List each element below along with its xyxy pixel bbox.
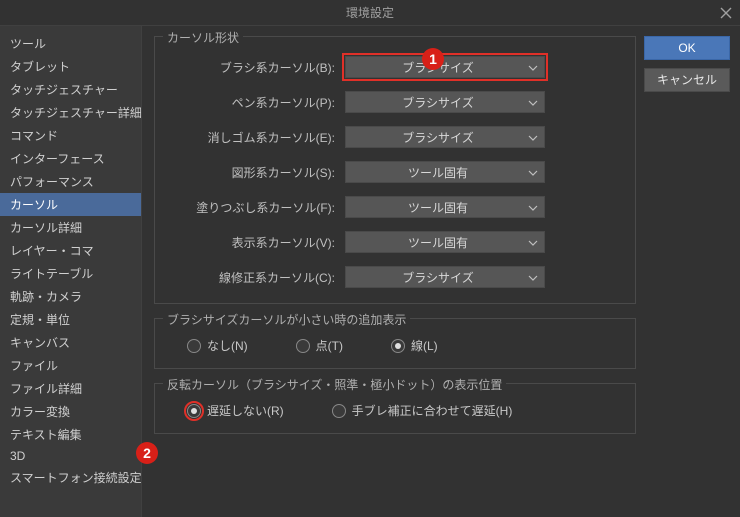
group-cursor-shape: カーソル形状 ブラシ系カーソル(B):ブラシサイズペン系カーソル(P):ブラシサ…: [154, 36, 636, 304]
radio-option[interactable]: 点(T): [296, 337, 343, 354]
radio-label: 手ブレ補正に合わせて遅延(H): [352, 402, 513, 419]
select-value: ブラシサイズ: [402, 94, 473, 111]
radio-option[interactable]: 線(L): [391, 337, 438, 354]
radio-indicator: [391, 339, 405, 353]
select-value: ツール固有: [408, 199, 468, 216]
sidebar-item[interactable]: ファイル: [0, 354, 141, 377]
row-label: 図形系カーソル(S):: [169, 164, 345, 181]
select-value: ツール固有: [408, 164, 468, 181]
row-label: ブラシ系カーソル(B):: [169, 59, 345, 76]
annotation-badge-2: 2: [136, 442, 158, 464]
sidebar-item[interactable]: カーソル詳細: [0, 216, 141, 239]
sidebar-item[interactable]: カーソル: [0, 193, 141, 216]
cursor-select[interactable]: ブラシサイズ: [345, 266, 545, 288]
cursor-select[interactable]: ツール固有: [345, 196, 545, 218]
radio-indicator: [187, 339, 201, 353]
cursor-row: ブラシ系カーソル(B):ブラシサイズ: [169, 55, 621, 79]
main-panel: 1 2 カーソル形状 ブラシ系カーソル(B):ブラシサイズペン系カーソル(P):…: [142, 26, 644, 517]
group-label: 反転カーソル（ブラシサイズ・照準・極小ドット）の表示位置: [163, 376, 506, 393]
cursor-row: 線修正系カーソル(C): ブラシサイズ: [169, 265, 621, 289]
cursor-select[interactable]: ブラシサイズ: [345, 56, 545, 78]
sidebar-item[interactable]: テキスト編集: [0, 423, 141, 446]
select-value: ブラシサイズ: [402, 129, 473, 146]
close-icon[interactable]: [712, 0, 740, 26]
radio-indicator: [332, 404, 346, 418]
row-label: 消しゴム系カーソル(E):: [169, 129, 345, 146]
cursor-select[interactable]: ツール固有: [345, 231, 545, 253]
radio-label: なし(N): [207, 337, 248, 354]
sidebar-item[interactable]: コマンド: [0, 124, 141, 147]
chevron-down-icon: [528, 95, 538, 109]
cursor-select[interactable]: ブラシサイズ: [345, 91, 545, 113]
titlebar: 環境設定: [0, 0, 740, 26]
sidebar-item[interactable]: タブレット: [0, 55, 141, 78]
radio-label: 遅延しない(R): [207, 402, 284, 419]
group-small-cursor: ブラシサイズカーソルが小さい時の追加表示 なし(N)点(T)線(L): [154, 318, 636, 369]
sidebar: ツールタブレットタッチジェスチャータッチジェスチャー詳細コマンドインターフェース…: [0, 26, 142, 517]
sidebar-item[interactable]: ツール: [0, 32, 141, 55]
annotation-badge-1: 1: [422, 48, 444, 70]
chevron-down-icon: [528, 130, 538, 144]
sidebar-item[interactable]: タッチジェスチャー: [0, 78, 141, 101]
radio-label: 線(L): [411, 337, 438, 354]
chevron-down-icon: [528, 60, 538, 74]
sidebar-item[interactable]: カラー変換: [0, 400, 141, 423]
row-label: ペン系カーソル(P):: [169, 94, 345, 111]
sidebar-item[interactable]: 3D: [0, 446, 141, 466]
cancel-button[interactable]: キャンセル: [644, 68, 730, 92]
chevron-down-icon: [528, 270, 538, 284]
row-label: 塗りつぶし系カーソル(F):: [169, 199, 345, 216]
sidebar-item[interactable]: キャンバス: [0, 331, 141, 354]
cursor-row: ペン系カーソル(P): ブラシサイズ: [169, 90, 621, 114]
row-label: 表示系カーソル(V):: [169, 234, 345, 251]
sidebar-item[interactable]: パフォーマンス: [0, 170, 141, 193]
chevron-down-icon: [528, 200, 538, 214]
group-label: ブラシサイズカーソルが小さい時の追加表示: [163, 311, 410, 328]
cursor-select[interactable]: ブラシサイズ: [345, 126, 545, 148]
radio-label: 点(T): [316, 337, 343, 354]
cursor-select[interactable]: ツール固有: [345, 161, 545, 183]
chevron-down-icon: [528, 165, 538, 179]
sidebar-item[interactable]: ファイル詳細: [0, 377, 141, 400]
sidebar-item[interactable]: 定規・単位: [0, 308, 141, 331]
button-column: OK キャンセル: [644, 26, 740, 517]
cursor-row: 塗りつぶし系カーソル(F): ツール固有: [169, 195, 621, 219]
window-title: 環境設定: [346, 4, 394, 21]
cursor-row: 表示系カーソル(V): ツール固有: [169, 230, 621, 254]
cursor-row: 図形系カーソル(S): ツール固有: [169, 160, 621, 184]
radio-indicator: [187, 404, 201, 418]
cursor-row: 消しゴム系カーソル(E): ブラシサイズ: [169, 125, 621, 149]
sidebar-item[interactable]: 軌跡・カメラ: [0, 285, 141, 308]
sidebar-item[interactable]: インターフェース: [0, 147, 141, 170]
select-value: ツール固有: [408, 234, 468, 251]
radio-indicator: [296, 339, 310, 353]
sidebar-item[interactable]: レイヤー・コマ: [0, 239, 141, 262]
row-label: 線修正系カーソル(C):: [169, 269, 345, 286]
sidebar-item[interactable]: スマートフォン接続設定: [0, 466, 141, 489]
group-invert-cursor: 反転カーソル（ブラシサイズ・照準・極小ドット）の表示位置 遅延しない(R)手ブレ…: [154, 383, 636, 434]
radio-option[interactable]: 遅延しない(R): [187, 402, 284, 419]
select-value: ブラシサイズ: [402, 269, 473, 286]
chevron-down-icon: [528, 235, 538, 249]
sidebar-item[interactable]: タッチジェスチャー詳細: [0, 101, 141, 124]
group-label: カーソル形状: [163, 29, 243, 46]
radio-option[interactable]: なし(N): [187, 337, 248, 354]
sidebar-item[interactable]: ライトテーブル: [0, 262, 141, 285]
ok-button[interactable]: OK: [644, 36, 730, 60]
radio-option[interactable]: 手ブレ補正に合わせて遅延(H): [332, 402, 513, 419]
